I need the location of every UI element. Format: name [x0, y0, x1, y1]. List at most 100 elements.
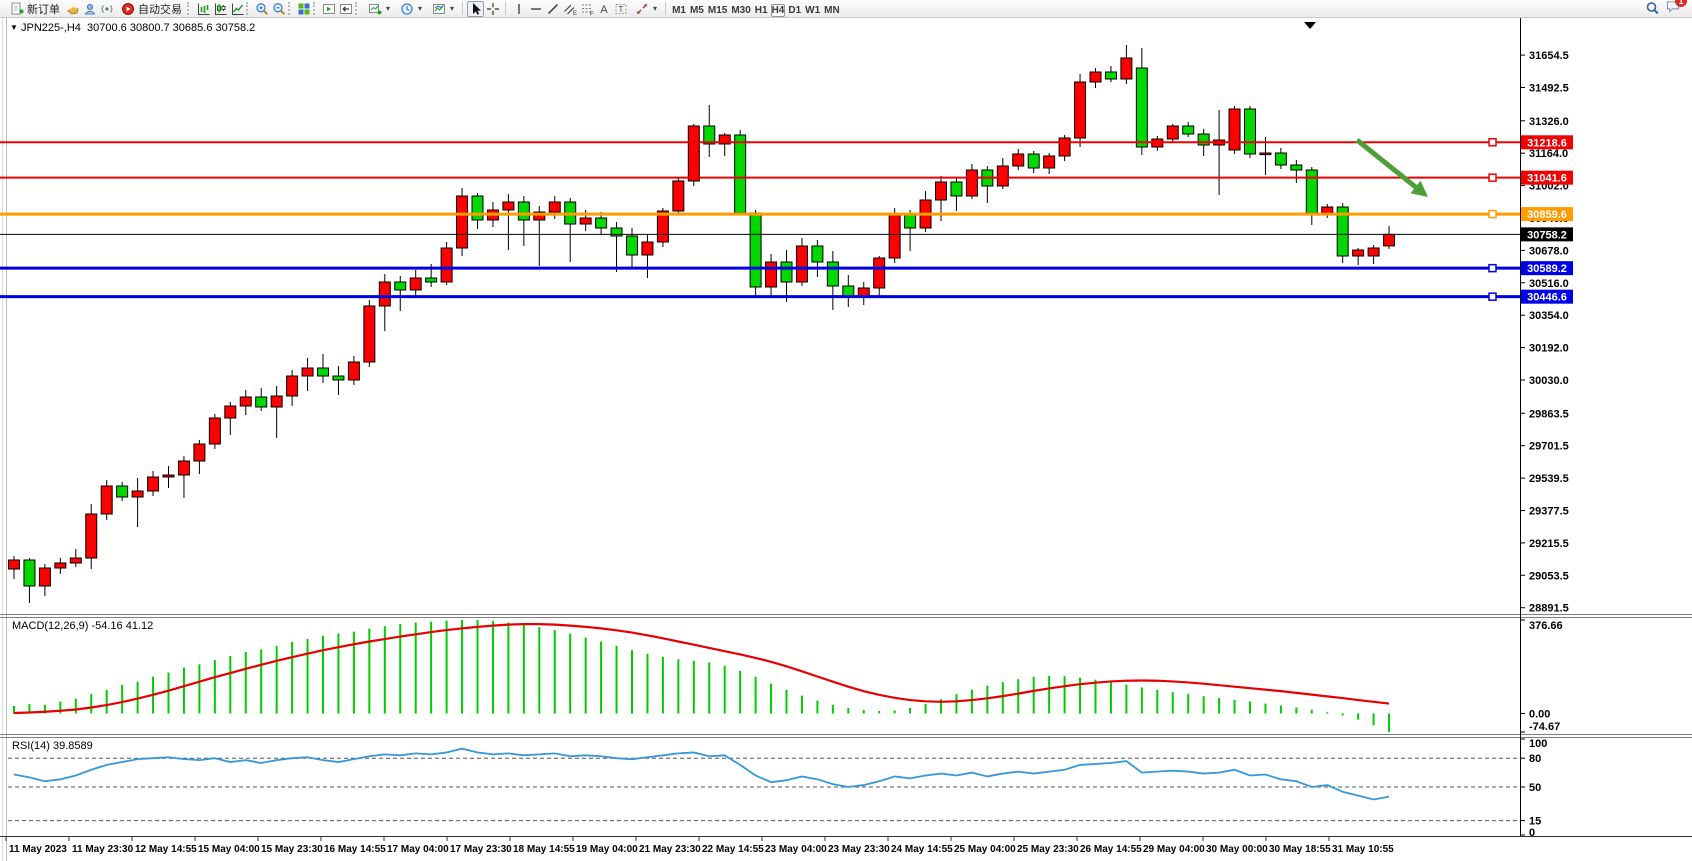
- candle: [256, 397, 267, 407]
- macd-tick-label: 376.66: [1529, 620, 1563, 632]
- line-handle[interactable]: [1489, 265, 1496, 272]
- candle: [936, 182, 947, 200]
- time-axis-label: 11 May 2023: [9, 844, 67, 855]
- candle: [1075, 82, 1086, 138]
- candle: [24, 560, 35, 586]
- timeframe-button-M15[interactable]: M15: [707, 4, 728, 17]
- candle: [209, 418, 220, 444]
- price-tick-label: 30192.0: [1529, 343, 1569, 355]
- auto-scroll-icon[interactable]: [320, 1, 337, 17]
- chart-title-ohlc: 30700.6 30800.7 30685.6 30758.2: [87, 22, 255, 34]
- candle: [117, 486, 128, 497]
- candle: [1353, 250, 1364, 256]
- arrows-button[interactable]: ▾: [629, 1, 661, 17]
- new-order-label: 新订单: [27, 1, 60, 17]
- timeframe-button-MN[interactable]: MN: [823, 4, 841, 17]
- timeframe-button-M30[interactable]: M30: [730, 4, 751, 17]
- toolbar-separator: [187, 2, 191, 15]
- candle: [997, 166, 1008, 186]
- chart-shift-marker[interactable]: [1304, 22, 1316, 29]
- line-handle[interactable]: [1489, 293, 1496, 300]
- price-tick-label: 31326.0: [1529, 116, 1569, 128]
- symbol-dropdown-icon[interactable]: ▼: [10, 23, 18, 32]
- text-label-icon[interactable]: T: [612, 1, 629, 17]
- candle: [627, 236, 638, 255]
- price-tick-label: 29377.5: [1529, 506, 1569, 518]
- candle: [1322, 207, 1333, 213]
- candle: [596, 218, 607, 228]
- candle: [1183, 126, 1194, 134]
- main-toolbar: 新订单 自动交易 ▾ ▾ ▾ E F A T ▾ M1M5M15M30H1H4D…: [0, 0, 1692, 18]
- macd-indicator-label: MACD(12,26,9) -54.16 41.12: [12, 620, 153, 632]
- rsi-tick-label: 80: [1529, 753, 1541, 765]
- candle: [1028, 154, 1039, 168]
- timeframe-button-M1[interactable]: M1: [671, 4, 687, 17]
- candle: [518, 202, 529, 220]
- candle: [966, 170, 977, 196]
- price-tick-label: 29539.5: [1529, 473, 1569, 485]
- time-axis-label: 25 May 04:00: [954, 844, 1016, 855]
- candle: [271, 396, 282, 407]
- time-axis-label: 18 May 14:55: [513, 844, 575, 855]
- new-chart-icon: [366, 1, 383, 17]
- candle: [750, 213, 761, 287]
- price-tick-label: 30678.0: [1529, 245, 1569, 257]
- candle: [858, 288, 869, 296]
- zoom-out-icon[interactable]: [270, 1, 287, 17]
- fibonacci-icon[interactable]: F: [578, 1, 595, 17]
- timeframe-button-W1[interactable]: W1: [804, 4, 821, 17]
- time-axis-label: 15 May 23:30: [261, 844, 323, 855]
- templates-button[interactable]: ▾: [426, 1, 458, 17]
- new-order-button[interactable]: 新订单: [4, 1, 64, 17]
- price-tick-label: 30516.0: [1529, 278, 1569, 290]
- trend-arrow-annotation[interactable]: [1357, 140, 1419, 189]
- price-tick-label: 28891.5: [1529, 603, 1569, 615]
- svg-text:T: T: [618, 5, 623, 14]
- horizontal-line-icon[interactable]: [527, 1, 544, 17]
- candle: [1167, 126, 1178, 139]
- crosshair-icon[interactable]: [484, 1, 501, 17]
- charts-icon[interactable]: [64, 1, 81, 17]
- timeframe-button-H4[interactable]: H4: [771, 4, 786, 17]
- time-axis-label: 22 May 14:55: [702, 844, 764, 855]
- line-handle[interactable]: [1489, 174, 1496, 181]
- timeframe-button-M5[interactable]: M5: [689, 4, 705, 17]
- periods-button[interactable]: ▾: [394, 1, 426, 17]
- macd-signal-line: [14, 624, 1389, 713]
- chart-shift-icon[interactable]: [337, 1, 354, 17]
- chart-area[interactable]: 31654.531492.531326.031164.031002.030840…: [0, 0, 1692, 861]
- notifications-button[interactable]: 1: [1665, 0, 1682, 19]
- autotrading-button[interactable]: 自动交易: [115, 1, 186, 17]
- signals-icon[interactable]: [98, 1, 115, 17]
- candle: [364, 306, 375, 362]
- toolbar-separator: [462, 2, 463, 15]
- new-chart-button[interactable]: ▾: [362, 1, 394, 17]
- timeframe-button-D1[interactable]: D1: [787, 4, 802, 17]
- candle: [379, 282, 390, 306]
- text-icon[interactable]: A: [595, 1, 612, 17]
- time-axis-label: 29 May 04:00: [1143, 844, 1205, 855]
- candle: [874, 258, 885, 288]
- rsi-tick-label: 0: [1529, 827, 1535, 839]
- channel-icon[interactable]: E: [561, 1, 578, 17]
- candle: [580, 218, 591, 224]
- metaeditor-icon[interactable]: [81, 1, 98, 17]
- candlestick-chart-icon[interactable]: [211, 1, 228, 17]
- candle: [163, 475, 174, 477]
- timeframe-button-H1[interactable]: H1: [754, 4, 769, 17]
- vertical-line-icon[interactable]: [510, 1, 527, 17]
- line-handle[interactable]: [1489, 139, 1496, 146]
- rsi-tick-label: 15: [1529, 816, 1541, 828]
- cursor-icon[interactable]: [467, 1, 484, 17]
- bar-chart-icon[interactable]: [194, 1, 211, 17]
- candle: [549, 202, 560, 212]
- line-chart-icon[interactable]: [228, 1, 245, 17]
- trendline-icon[interactable]: [544, 1, 561, 17]
- toolbar-separator: [665, 2, 666, 15]
- line-handle[interactable]: [1489, 211, 1496, 218]
- search-icon[interactable]: [1644, 1, 1661, 17]
- tile-windows-icon[interactable]: [295, 1, 312, 17]
- time-axis-label: 21 May 23:30: [639, 844, 701, 855]
- candle: [1245, 109, 1256, 154]
- zoom-in-icon[interactable]: [253, 1, 270, 17]
